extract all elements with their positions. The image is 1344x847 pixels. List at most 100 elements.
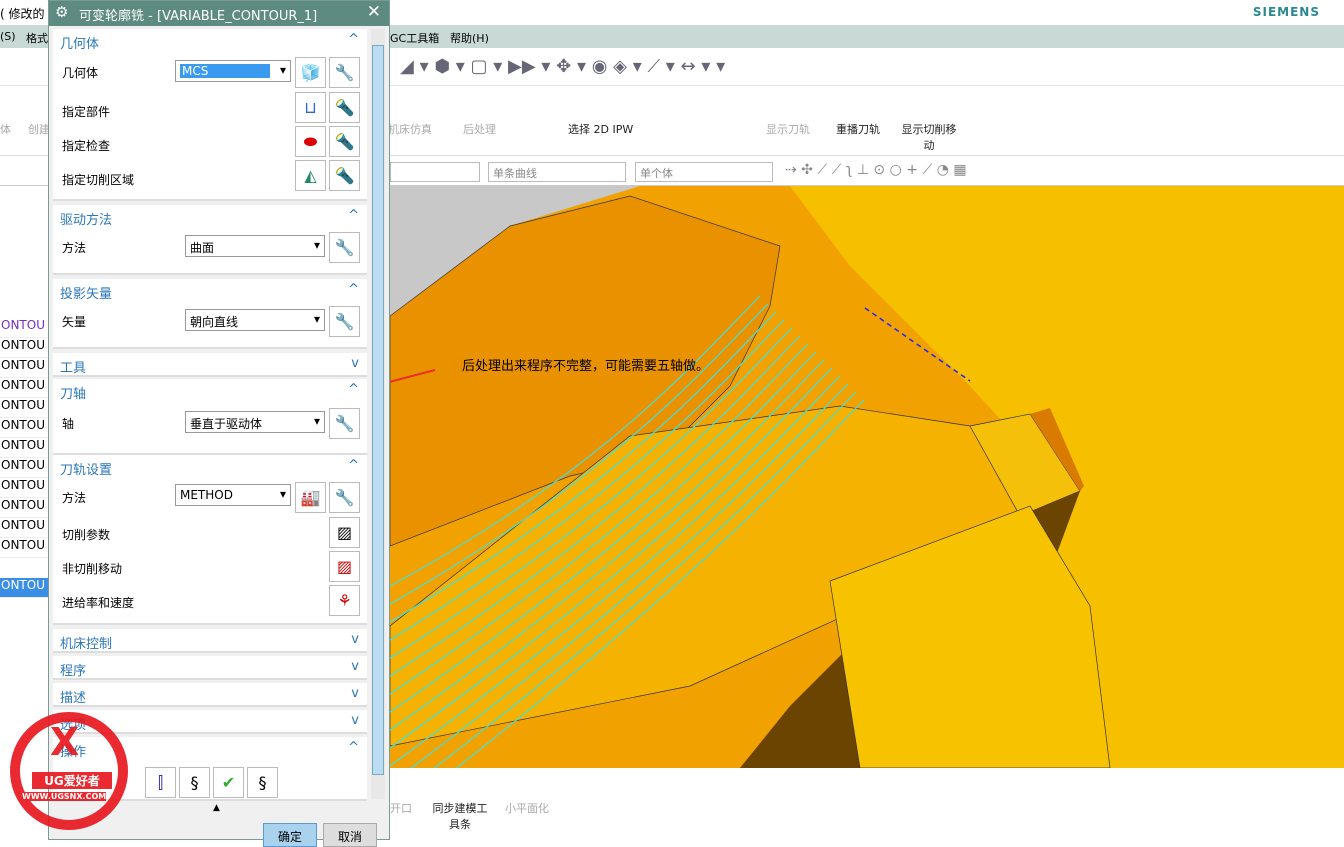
- chevron-up-icon[interactable]: ^: [348, 458, 359, 473]
- label: 轴: [62, 417, 75, 431]
- label: 矢量: [62, 315, 87, 329]
- ribbon-item[interactable]: 机床仿真: [388, 121, 432, 137]
- menu-item[interactable]: (S): [0, 30, 16, 43]
- vector-select[interactable]: 朝向直线: [185, 309, 325, 331]
- tree-row[interactable]: ONTOU: [0, 438, 48, 458]
- chevron-up-icon[interactable]: ^: [348, 382, 359, 397]
- ribbon-item[interactable]: 创建: [28, 121, 50, 137]
- label: 非切削移动: [62, 562, 123, 576]
- chevron-up-icon[interactable]: ^: [348, 208, 359, 223]
- type-filter[interactable]: [390, 162, 480, 182]
- new-method-icon[interactable]: 🏭: [295, 482, 326, 513]
- show-toolpath-button[interactable]: 显示刀轨: [766, 121, 810, 137]
- snap-icons[interactable]: ⇢ ✣ ⟋ ⟋ ʅ ⊥ ⊙ ○ + ⟋ ◔ ▦: [785, 162, 967, 178]
- wrench-icon[interactable]: 🔧: [329, 57, 360, 88]
- ribbon-item[interactable]: 后处理: [463, 121, 496, 137]
- dialog-scrollbar[interactable]: [371, 29, 385, 799]
- collapse-arrow-icon[interactable]: ▲: [213, 803, 220, 813]
- chevron-up-icon[interactable]: ^: [348, 32, 359, 47]
- wrench-icon[interactable]: 🔧: [329, 232, 360, 263]
- label: 方法: [62, 491, 87, 505]
- cut-area-icon[interactable]: ◭: [295, 160, 326, 191]
- ribbon-item[interactable]: 开口: [390, 800, 412, 816]
- cancel-button[interactable]: 取消: [323, 823, 377, 847]
- sync-modeling-button[interactable]: 同步建模工具条: [430, 800, 490, 832]
- curve-rule-filter[interactable]: 单条曲线: [488, 162, 626, 182]
- label: 进给率和速度: [62, 596, 135, 610]
- dialog-title: 可变轮廓铣 - [VARIABLE_CONTOUR_1]: [79, 9, 318, 24]
- brand-logo: SIEMENS: [1252, 5, 1320, 19]
- section-drive: 驱动方法 ^ 方法 曲面 🔧: [53, 205, 367, 275]
- bottom-ribbon: 开口 同步建模工具条 小平面化: [390, 768, 1344, 840]
- tree-row[interactable]: ONTOU: [0, 418, 48, 438]
- chevron-up-icon[interactable]: ^: [348, 740, 359, 755]
- replay-icon[interactable]: §: [179, 767, 210, 798]
- tree-row[interactable]: ONTOU: [0, 358, 48, 378]
- chevron-down-icon[interactable]: v: [351, 356, 359, 371]
- ribbon-item[interactable]: 体: [0, 121, 11, 137]
- tree-row[interactable]: ONTOU: [0, 318, 48, 338]
- section-header[interactable]: 刀轴: [60, 383, 86, 402]
- graphics-viewport[interactable]: [390, 186, 1344, 768]
- section-header[interactable]: 程序: [60, 660, 86, 679]
- label: 方法: [62, 241, 87, 255]
- new-geometry-icon[interactable]: 🧊: [295, 57, 326, 88]
- show-cut-moves-button[interactable]: 显示切削移动: [898, 121, 960, 153]
- watermark-logo: X UG爱好者 WWW.UGSNX.COM: [10, 712, 128, 830]
- tree-row[interactable]: ONTOU: [0, 398, 48, 418]
- axis-select[interactable]: 垂直于驱动体: [185, 411, 325, 433]
- label: 切削参数: [62, 528, 111, 542]
- check-body-icon[interactable]: ⬬: [295, 126, 326, 157]
- toolbar-icons[interactable]: ◢ ▾ ⬢ ▾ ▢ ▾ ▶▶ ▾ ✥ ▾ ◉ ◈ ▾ ⟋ ▾ ↔ ▾ ▾: [400, 56, 725, 77]
- label: 几何体: [62, 66, 99, 80]
- flashlight-icon[interactable]: 🔦: [329, 92, 360, 123]
- tree-row[interactable]: ONTOU: [0, 498, 48, 518]
- flashlight-icon[interactable]: 🔦: [329, 160, 360, 191]
- tree-row[interactable]: ONTOU: [0, 478, 48, 498]
- drive-method-select[interactable]: 曲面: [185, 235, 325, 257]
- tree-row[interactable]: ONTOU: [0, 378, 48, 398]
- body-rule-filter[interactable]: 单个体: [635, 162, 773, 182]
- gear-icon: ⚙: [55, 3, 69, 21]
- geometry-select[interactable]: MCS: [175, 60, 291, 82]
- list-icon[interactable]: §: [247, 767, 278, 798]
- chevron-down-icon[interactable]: v: [351, 686, 359, 701]
- tree-row[interactable]: ONTOU: [0, 538, 48, 558]
- verify-icon[interactable]: ✔: [213, 767, 244, 798]
- chevron-up-icon[interactable]: ^: [348, 282, 359, 297]
- tree-row[interactable]: ONTOU: [0, 338, 48, 358]
- chevron-down-icon[interactable]: v: [351, 659, 359, 674]
- section-tool: 工具 v: [53, 353, 367, 377]
- ok-button[interactable]: 确定: [263, 823, 317, 847]
- generate-icon[interactable]: ⫿: [145, 767, 176, 798]
- non-cut-moves-icon[interactable]: ▨: [329, 551, 360, 582]
- select-2d-ipw-button[interactable]: 选择 2D IPW: [568, 121, 633, 137]
- section-header[interactable]: 投影矢量: [60, 283, 112, 302]
- menu-item[interactable]: 格式: [26, 30, 48, 46]
- tree-row[interactable]: ONTOU: [0, 458, 48, 478]
- method-select[interactable]: METHOD: [175, 484, 291, 506]
- section-header[interactable]: 机床控制: [60, 633, 112, 652]
- section-header[interactable]: 几何体: [60, 33, 99, 52]
- section-header[interactable]: 驱动方法: [60, 209, 112, 228]
- section-header[interactable]: 刀轨设置: [60, 459, 112, 478]
- section-projection: 投影矢量 ^ 矢量 朝向直线 🔧: [53, 279, 367, 349]
- cut-params-icon[interactable]: ▨: [329, 517, 360, 548]
- tree-row[interactable]: ONTOU: [0, 518, 48, 538]
- dialog-title-bar: ⚙ 可变轮廓铣 - [VARIABLE_CONTOUR_1] ✕: [49, 1, 389, 26]
- menu-item[interactable]: 帮助(H): [450, 30, 489, 46]
- part-icon[interactable]: ⊔: [295, 92, 326, 123]
- flashlight-icon: 🔦: [329, 126, 360, 157]
- section-header[interactable]: 工具: [60, 357, 86, 376]
- feeds-speeds-icon[interactable]: ⚘: [329, 585, 360, 616]
- close-icon[interactable]: ✕: [367, 2, 381, 22]
- tree-row[interactable]: ONTOU: [0, 578, 48, 598]
- chevron-down-icon[interactable]: v: [351, 632, 359, 647]
- section-header[interactable]: 描述: [60, 687, 86, 706]
- replay-toolpath-button[interactable]: 重播刀轨: [836, 121, 880, 137]
- annotation-text: 后处理出来程序不完整，可能需要五轴做。: [462, 359, 710, 374]
- wrench-icon[interactable]: 🔧: [329, 306, 360, 337]
- facet-button[interactable]: 小平面化: [505, 800, 549, 816]
- menu-item[interactable]: GC工具箱: [390, 30, 439, 46]
- chevron-down-icon[interactable]: v: [351, 713, 359, 728]
